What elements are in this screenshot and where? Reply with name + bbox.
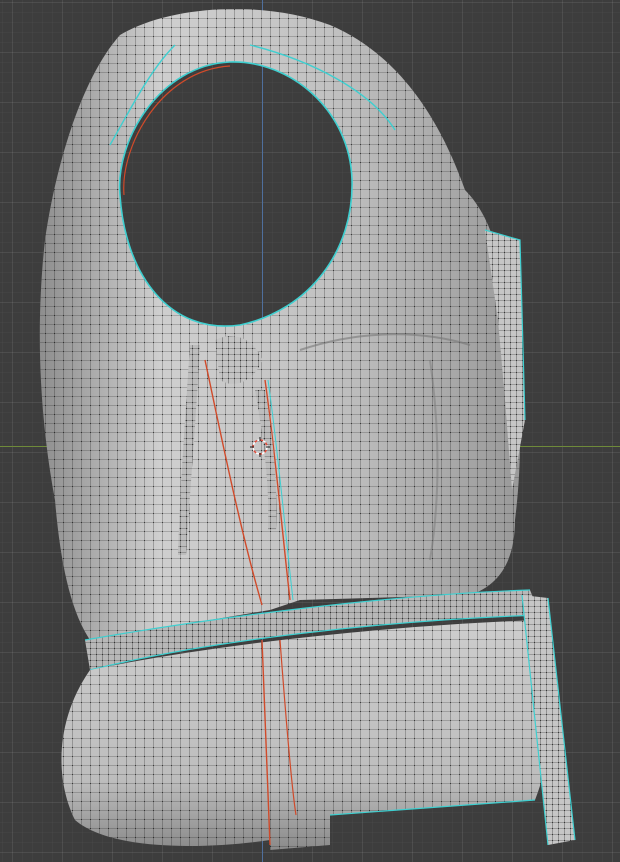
vest-body[interactable] — [39, 8, 520, 641]
vest-mesh[interactable] — [0, 0, 620, 862]
3d-cursor-icon[interactable] — [250, 437, 270, 457]
3d-viewport[interactable] — [0, 0, 620, 862]
